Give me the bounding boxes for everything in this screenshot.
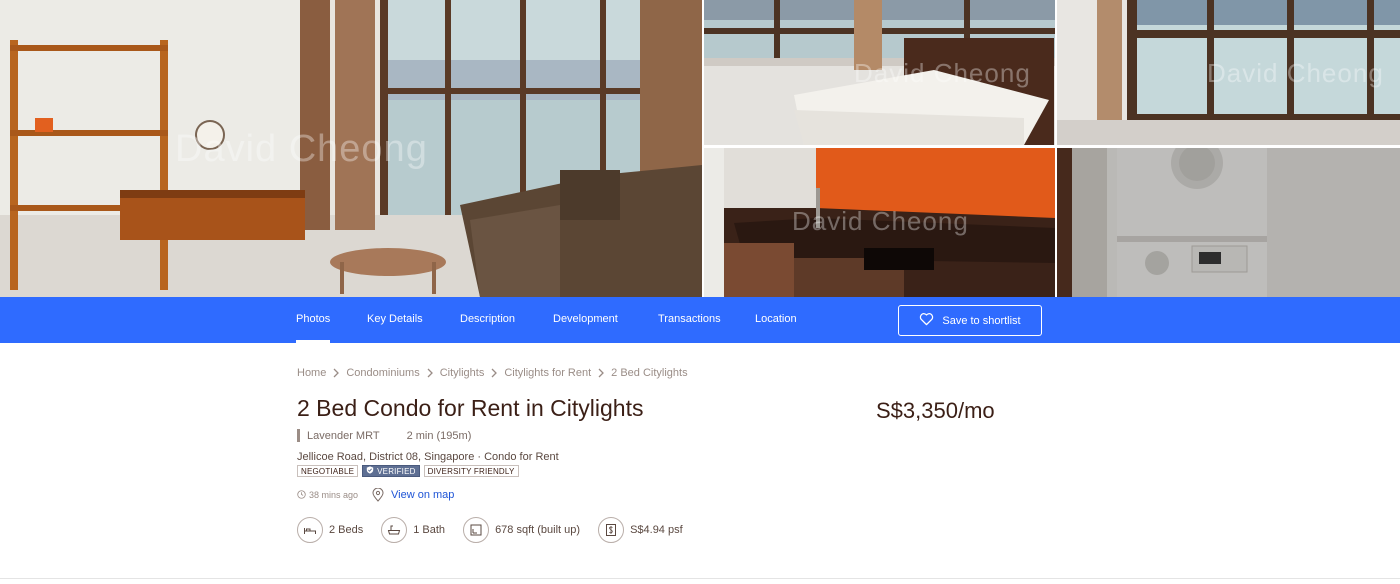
listing-address: Jellicoe Road, District 08, Singapore · … <box>297 451 559 463</box>
mrt-line-indicator <box>297 429 300 442</box>
breadcrumb-citylights[interactable]: Citylights <box>440 367 485 379</box>
mrt-station: Lavender MRT <box>307 429 380 442</box>
breadcrumb-current: 2 Bed Citylights <box>611 367 688 379</box>
clock-icon <box>297 489 306 501</box>
gallery-photo-living-room[interactable]: David Cheong <box>0 0 702 297</box>
chevron-right-icon <box>423 368 437 378</box>
badge-verified: VERIFIED <box>362 465 420 477</box>
breadcrumb-condominiums[interactable]: Condominiums <box>346 367 419 379</box>
price-per-sqft-icon <box>598 517 625 543</box>
chevron-right-icon <box>487 368 501 378</box>
shield-check-icon <box>366 465 374 477</box>
tab-location[interactable]: Location <box>755 297 797 343</box>
photo-gallery: David Cheong David Cheong David Cheong D… <box>0 0 1400 297</box>
listing-meta: 38 mins ago View on map <box>297 487 454 502</box>
floor-area-icon <box>463 517 490 543</box>
feature-area: 678 sqft (built up) <box>463 517 580 543</box>
tab-photos[interactable]: Photos <box>296 297 331 343</box>
listing-title: 2 Bed Condo for Rent in Citylights <box>297 395 644 421</box>
section-nav-bar: Photos Key Details Description Developme… <box>0 297 1400 343</box>
posted-time-text: 38 mins ago <box>309 490 359 500</box>
bed-icon <box>297 517 323 543</box>
chevron-right-icon <box>329 368 343 378</box>
feature-beds: 2 Beds <box>297 517 363 543</box>
mrt-info: Lavender MRT 2 min (195m) <box>297 429 471 442</box>
bath-icon <box>381 517 408 543</box>
breadcrumb-citylights-for-rent[interactable]: Citylights for Rent <box>504 367 591 379</box>
chevron-right-icon <box>594 368 608 378</box>
listing-features: 2 Beds 1 Bath 678 sqft (built up) S$4.94… <box>297 517 701 543</box>
view-on-map-link[interactable]: View on map <box>391 489 454 501</box>
listing-badges: NEGOTIABLE VERIFIED DIVERSITY FRIENDLY <box>297 465 519 477</box>
gallery-photo-window-view[interactable]: David Cheong <box>1057 0 1400 145</box>
breadcrumb-home[interactable]: Home <box>297 367 326 379</box>
heart-icon <box>919 312 934 329</box>
listing-summary: Home Condominiums Citylights Citylights … <box>297 343 1097 584</box>
section-divider <box>0 578 1400 579</box>
tab-development[interactable]: Development <box>553 297 618 343</box>
badge-negotiable: NEGOTIABLE <box>297 465 359 477</box>
map-pin-icon <box>372 487 384 502</box>
feature-bath: 1 Bath <box>381 517 445 543</box>
badge-diversity-friendly: DIVERSITY FRIENDLY <box>423 465 519 477</box>
tab-key-details[interactable]: Key Details <box>367 297 423 343</box>
posted-time: 38 mins ago <box>297 489 359 501</box>
breadcrumb: Home Condominiums Citylights Citylights … <box>297 367 688 379</box>
feature-psf-text: S$4.94 psf <box>630 524 683 536</box>
gallery-photo-bedroom[interactable]: David Cheong <box>704 0 1055 145</box>
tab-transactions[interactable]: Transactions <box>658 297 721 343</box>
feature-beds-text: 2 Beds <box>329 524 364 536</box>
listing-price: S$3,350/mo <box>876 398 995 423</box>
feature-psf: S$4.94 psf <box>598 517 683 543</box>
mrt-distance: 2 min (195m) <box>406 429 472 442</box>
save-to-shortlist-button[interactable]: Save to shortlist <box>898 305 1042 336</box>
save-button-label: Save to shortlist <box>942 314 1021 327</box>
feature-area-text: 678 sqft (built up) <box>495 524 581 536</box>
feature-bath-text: 1 Bath <box>413 524 446 536</box>
gallery-photo-laundry[interactable]: +1 <box>1057 148 1400 297</box>
gallery-photo-kitchen[interactable]: David Cheong <box>704 148 1055 297</box>
tab-description[interactable]: Description <box>460 297 515 343</box>
badge-verified-label: VERIFIED <box>377 466 416 476</box>
